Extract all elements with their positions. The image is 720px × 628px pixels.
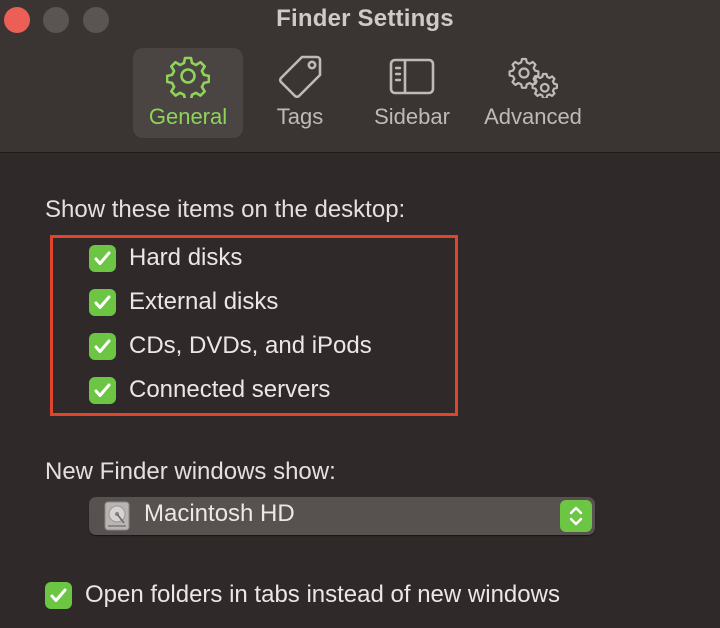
tab-advanced[interactable]: Advanced [478, 48, 588, 138]
checkmark-icon [94, 383, 111, 397]
cds-dvds-ipods-checkbox[interactable] [89, 332, 116, 360]
checkbox-row-open-in-tabs[interactable]: Open folders in tabs instead of new wind… [45, 580, 560, 610]
connected-servers-label: Connected servers [129, 376, 331, 403]
gears-icon [508, 57, 558, 98]
tab-label-tags: Tags [276, 104, 324, 129]
popup-stepper-button[interactable] [560, 500, 592, 532]
gear-icon [166, 56, 210, 98]
tab-label-sidebar: Sidebar [374, 104, 450, 129]
hard-disks-label: Hard disks [129, 244, 243, 271]
checkbox-row-external-disks[interactable]: External disks [89, 287, 278, 317]
window-title: Finder Settings [276, 5, 454, 32]
cds-dvds-ipods-label: CDs, DVDs, and iPods [129, 332, 372, 359]
checkbox-row-hard-disks[interactable]: Hard disks [89, 243, 242, 273]
checkmark-icon [94, 295, 111, 309]
checkmark-icon [94, 251, 111, 265]
tab-sidebar[interactable]: Sidebar [366, 48, 458, 138]
tab-label-general: General [148, 104, 228, 129]
new-window-popup[interactable]: Macintosh HD [89, 497, 595, 535]
tab-tags[interactable]: Tags [258, 48, 342, 138]
tag-icon [278, 55, 322, 98]
open-in-tabs-label: Open folders in tabs instead of new wind… [85, 581, 560, 608]
new-window-heading: New Finder windows show: [45, 458, 336, 485]
open-in-tabs-checkbox[interactable] [45, 581, 72, 609]
tab-label-advanced: Advanced [484, 104, 582, 129]
external-disks-checkbox[interactable] [89, 288, 116, 316]
hard-disk-icon [104, 501, 130, 531]
checkbox-row-connected-servers[interactable]: Connected servers [89, 375, 330, 405]
checkmark-icon [94, 339, 111, 353]
checkbox-row-cds-dvds-ipods[interactable]: CDs, DVDs, and iPods [89, 331, 372, 361]
tab-general[interactable]: General [133, 48, 243, 138]
checkmark-icon [50, 588, 67, 602]
sidebar-icon [389, 58, 435, 95]
title-bar: Finder Settings General Tags Sidebar Adv… [0, 0, 720, 153]
external-disks-label: External disks [129, 288, 279, 315]
chevron-up-down-icon [569, 506, 583, 526]
hard-disks-checkbox[interactable] [89, 244, 116, 272]
desktop-items-heading: Show these items on the desktop: [45, 196, 406, 223]
connected-servers-checkbox[interactable] [89, 376, 116, 404]
new-window-selected-value: Macintosh HD [144, 500, 295, 527]
